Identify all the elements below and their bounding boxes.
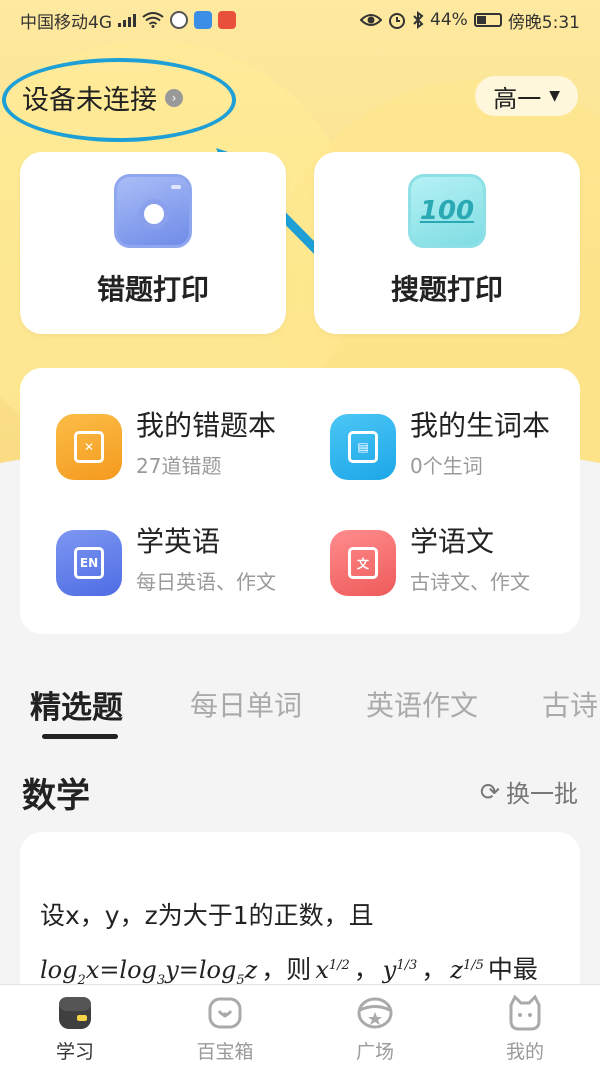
- tab-ancient-poetry[interactable]: 古诗: [542, 684, 598, 724]
- vocabulary-book-item[interactable]: ▤ 我的生词本 0个生词: [330, 408, 550, 480]
- mistake-book-item[interactable]: ✕ 我的错题本 27道错题: [56, 408, 276, 480]
- wifi-icon: [142, 12, 164, 28]
- nav-treasure-box[interactable]: 百宝箱: [150, 985, 300, 1066]
- profile-icon: [509, 994, 541, 1031]
- feature-title: 学英语: [136, 525, 221, 558]
- tab-selected-questions[interactable]: 精选题: [30, 682, 123, 727]
- feature-title: 我的生词本: [410, 409, 551, 442]
- camera-icon: [114, 174, 192, 248]
- grade-selector[interactable]: 高一 ▼: [475, 76, 578, 116]
- feature-title: 我的错题本: [136, 409, 277, 442]
- bottom-navigation: 学习 百宝箱 广场 我的: [0, 984, 600, 1066]
- carrier-label: 中国移动4G: [20, 12, 112, 33]
- caret-down-icon: ▼: [549, 88, 560, 104]
- nav-study[interactable]: 学习: [0, 985, 150, 1066]
- app-notification-icon-red: [218, 11, 236, 29]
- signal-icon: [118, 13, 136, 27]
- score-100-icon: 100: [408, 174, 486, 248]
- eye-icon: [360, 14, 383, 26]
- refresh-button[interactable]: ⟳ 换一批: [480, 774, 578, 809]
- mistake-print-label: 错题打印: [96, 273, 209, 306]
- learn-chinese-item[interactable]: 文 学语文 古诗文、作文: [330, 524, 530, 596]
- search-print-label: 搜题打印: [390, 273, 503, 306]
- tab-daily-words[interactable]: 每日单词: [190, 684, 302, 724]
- nav-label: 广场: [355, 1041, 394, 1063]
- square-icon: [357, 997, 393, 1029]
- feature-subtitle: 古诗文、作文: [410, 570, 530, 594]
- content-tabs: 精选题 每日单词 英语作文 古诗: [0, 684, 600, 744]
- feature-title: 学语文: [410, 525, 495, 558]
- feature-subtitle: 每日英语、作文: [136, 570, 276, 594]
- question-text-line1: 设x，y，z为大于1的正数，且: [40, 901, 374, 930]
- refresh-label: 换一批: [506, 780, 578, 808]
- chinese-icon: 文: [330, 530, 396, 596]
- section-title: 数学: [22, 776, 90, 816]
- clock: 傍晚5:31: [507, 12, 580, 33]
- treasure-box-icon: [208, 997, 242, 1029]
- refresh-icon: ⟳: [479, 777, 500, 806]
- nav-label: 我的: [505, 1041, 544, 1063]
- nav-label: 百宝箱: [196, 1041, 254, 1063]
- nav-label: 学习: [55, 1041, 94, 1063]
- nav-square[interactable]: 广场: [300, 985, 450, 1066]
- battery-icon: [473, 13, 502, 27]
- question-text-line2: log2x=log3y=log5z ，则 x1/2 ， y1/3 ， z1/5 …: [40, 955, 538, 988]
- mistake-book-icon: ✕: [56, 414, 122, 480]
- mistake-print-card[interactable]: 错题打印: [20, 152, 286, 334]
- study-icon: [59, 997, 91, 1029]
- nav-profile[interactable]: 我的: [450, 985, 600, 1066]
- english-icon: EN: [56, 530, 122, 596]
- app-notification-icon-blue: [194, 11, 212, 29]
- feature-panel: ✕ 我的错题本 27道错题 ▤ 我的生词本 0个生词 EN 学英语 每日英语、作…: [20, 368, 580, 634]
- vocabulary-book-icon: ▤: [330, 414, 396, 480]
- grade-label: 高一: [493, 84, 542, 113]
- app-notification-icon: [170, 11, 188, 29]
- bluetooth-icon: [413, 11, 424, 29]
- highlight-annotation-ellipse: [2, 58, 236, 142]
- feature-subtitle: 0个生词: [410, 454, 483, 478]
- feature-subtitle: 27道错题: [136, 454, 222, 478]
- tab-indicator: [42, 734, 118, 739]
- status-bar: 中国移动4G 44% 傍晚5:31: [0, 0, 600, 40]
- battery-percent: 44%: [430, 10, 468, 30]
- learn-english-item[interactable]: EN 学英语 每日英语、作文: [56, 524, 276, 596]
- alarm-icon: [389, 13, 406, 29]
- tab-english-essay[interactable]: 英语作文: [366, 684, 478, 724]
- search-print-card[interactable]: 100 搜题打印: [314, 152, 580, 334]
